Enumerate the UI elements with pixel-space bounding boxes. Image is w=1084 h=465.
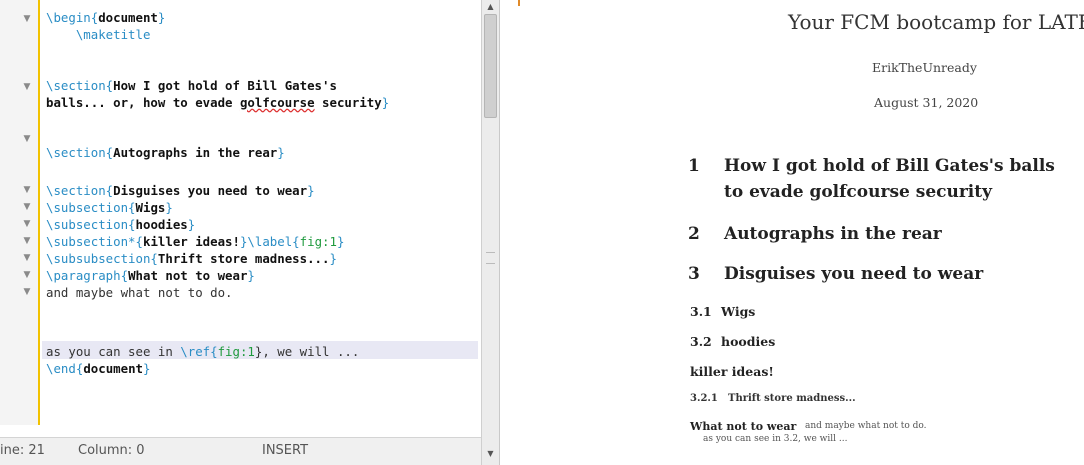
code-token: }\label{ [239, 234, 300, 249]
code-token: \subsection{ [46, 217, 136, 232]
document-author: ErikTheUnready [872, 60, 977, 75]
code-text-area[interactable]: \begin{document} \maketitle \section{How … [46, 0, 480, 425]
fold-marker-icon[interactable]: ▼ [22, 202, 32, 212]
code-line[interactable]: \subsubsection{Thrift store madness...} [46, 250, 337, 267]
code-token: \section{ [46, 145, 114, 160]
fold-marker-icon[interactable]: ▼ [22, 82, 32, 92]
code-token: fig:1 [299, 234, 337, 249]
section-heading-1-cont: to evade golfcourse security [724, 182, 992, 202]
code-token: hoodies [135, 217, 188, 232]
fold-marker-icon[interactable]: ▼ [22, 185, 32, 195]
code-token: \maketitle [46, 27, 151, 42]
code-token: \end{ [46, 361, 84, 376]
scrollbar-thumb[interactable] [484, 14, 497, 118]
status-mode: INSERT [262, 443, 309, 458]
status-column-number: Column: 0 [78, 443, 145, 458]
subsection-number-3-1: 3.1 [690, 304, 712, 319]
latex-editor-pane[interactable]: ▼ ▼ ▼ ▼ ▼ ▼ ▼ ▼ ▼ ▼ \begin{document} \ma… [0, 0, 500, 465]
code-line[interactable]: \maketitle [46, 26, 151, 43]
code-token: balls... or, how to evade [46, 95, 240, 110]
code-token: Wigs [135, 200, 166, 215]
paragraph-heading: What not to wear [690, 420, 797, 433]
code-token: as you can see in [46, 344, 181, 359]
code-token: document [98, 10, 158, 25]
fold-marker-icon[interactable]: ▼ [22, 270, 32, 280]
code-token: \section{ [46, 78, 114, 93]
code-token: } [336, 234, 345, 249]
code-token: } [143, 361, 151, 376]
section-heading-2[interactable]: 2 Autographs in the rear [500, 224, 1084, 248]
code-token: How I got hold of Bill Gates's [113, 78, 337, 93]
code-token: and maybe what not to do. [46, 285, 233, 300]
code-token: security [314, 95, 382, 110]
fold-marker-icon[interactable]: ▼ [22, 14, 32, 24]
code-token: \subsection*{ [46, 234, 143, 249]
code-line[interactable]: and maybe what not to do. [46, 284, 233, 301]
code-line[interactable]: balls... or, how to evade golfcourse sec… [46, 94, 389, 111]
code-line[interactable]: \section{How I got hold of Bill Gates's [46, 77, 337, 94]
fold-marker-icon[interactable]: ▼ [22, 236, 32, 246]
fold-marker-icon[interactable]: ▼ [22, 287, 32, 297]
fold-marker-icon[interactable]: ▼ [22, 253, 32, 263]
scroll-up-arrow-icon[interactable]: ▲ [484, 1, 497, 13]
code-token: Autographs in the rear [113, 145, 278, 160]
code-token: } [381, 95, 390, 110]
code-token: document [83, 361, 143, 376]
code-token: }, we will ... [254, 344, 360, 359]
paragraph-text: and maybe what not to do. [805, 421, 927, 431]
code-token: \section{ [46, 183, 114, 198]
code-token: Disguises you need to wear [113, 183, 308, 198]
section-heading-1[interactable]: 1 How I got hold of Bill Gates's balls [500, 156, 1084, 180]
subsection-heading-wigs[interactable]: Wigs [721, 304, 755, 319]
code-token: What not to wear [128, 268, 248, 283]
code-token: } [329, 251, 337, 266]
code-line[interactable]: \begin{document} [46, 9, 165, 26]
subsubsection-number: 3.2.1 [690, 393, 718, 404]
document-date: August 31, 2020 [874, 95, 979, 110]
code-token: \subsubsection{ [46, 251, 158, 266]
code-token: } [187, 217, 196, 232]
code-token: } [307, 183, 315, 198]
code-line[interactable]: \section{Disguises you need to wear} [46, 182, 315, 199]
code-line[interactable]: \paragraph{What not to wear} [46, 267, 255, 284]
code-token: \begin{ [46, 10, 99, 25]
code-token: \subsection{ [46, 200, 136, 215]
code-token: } [165, 200, 173, 215]
scrollbar-grip [486, 252, 495, 264]
code-line[interactable]: \end{document} [46, 360, 150, 377]
code-token: golfcourse [239, 95, 315, 110]
code-token: \paragraph{ [46, 268, 129, 283]
line-gutter: ▼ ▼ ▼ ▼ ▼ ▼ ▼ ▼ ▼ ▼ [0, 0, 40, 425]
code-token: Thrift store madness... [157, 251, 330, 266]
code-line[interactable]: \subsection{hoodies} [46, 216, 195, 233]
code-token: \ref{ [180, 344, 218, 359]
unnumbered-subsection[interactable]: killer ideas! [690, 364, 774, 379]
editor-vertical-scrollbar[interactable]: ▲ ▼ [481, 0, 499, 465]
code-token: } [157, 10, 166, 25]
pdf-preview-pane[interactable]: Your FCM bootcamp for LATEX ErikTheUnrea… [500, 0, 1084, 465]
code-token: fig:1 [217, 344, 255, 359]
fold-marker-icon[interactable]: ▼ [22, 134, 32, 144]
code-line[interactable]: as you can see in \ref{fig:1}, we will .… [46, 343, 359, 360]
code-token: } [277, 145, 285, 160]
code-line[interactable]: \subsection*{killer ideas!}\label{fig:1} [46, 233, 344, 250]
code-line[interactable]: \subsection{Wigs} [46, 199, 173, 216]
subsection-heading-hoodies[interactable]: hoodies [721, 334, 775, 349]
code-token: } [247, 268, 255, 283]
subsection-number-3-2: 3.2 [690, 334, 712, 349]
code-token: killer ideas! [142, 234, 240, 249]
document-title: Your FCM bootcamp for LATEX [788, 10, 1084, 34]
preview-sync-marker [518, 0, 520, 6]
scroll-down-arrow-icon[interactable]: ▼ [484, 448, 497, 460]
editor-status-bar: ine: 21 Column: 0 INSERT [0, 437, 481, 465]
section-heading-3[interactable]: 3 Disguises you need to wear [500, 264, 1084, 288]
reference-text: as you can see in 3.2, we will ... [703, 434, 848, 444]
fold-marker-icon[interactable]: ▼ [22, 219, 32, 229]
code-line[interactable]: \section{Autographs in the rear} [46, 144, 285, 161]
status-line-number: ine: 21 [0, 443, 45, 458]
subsubsection-heading[interactable]: Thrift store madness... [728, 393, 856, 404]
